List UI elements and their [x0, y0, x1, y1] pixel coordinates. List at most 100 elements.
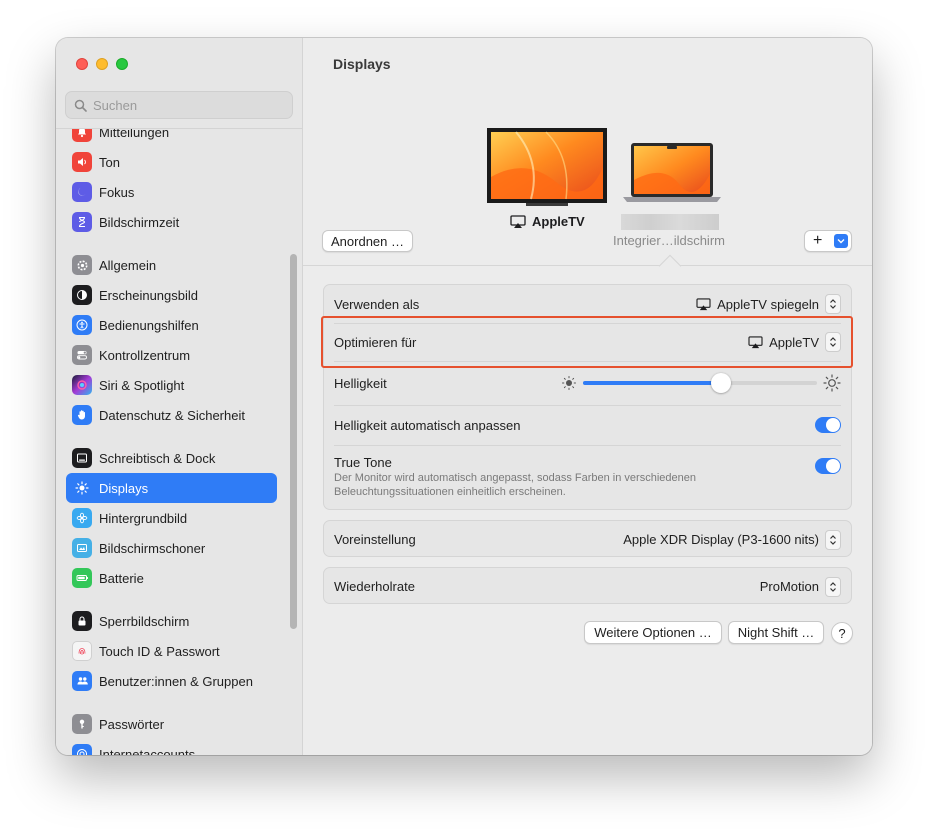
true-tone-toggle[interactable]: [815, 458, 841, 474]
sidebar-item-batterie[interactable]: Batterie: [66, 563, 277, 593]
sidebar-item-label: Fokus: [99, 184, 135, 200]
zoom-button[interactable]: [116, 58, 128, 70]
sidebar-item-schreibtisch-dock[interactable]: Schreibtisch & Dock: [66, 443, 277, 473]
sidebar-item-benutzer-gruppen[interactable]: Benutzer:innen & Gruppen: [66, 666, 277, 696]
gear-icon: [72, 255, 92, 275]
brightness-slider[interactable]: [583, 373, 817, 393]
auto-brightness-label: Helligkeit automatisch anpassen: [334, 417, 521, 433]
settings-window: Suchen Mitteilungen Ton Fokus Bildschirm…: [56, 38, 872, 755]
fingerprint-icon: [72, 641, 92, 661]
brightness-control: [561, 373, 841, 393]
true-tone-description: Der Monitor wird automatisch angepasst, …: [334, 472, 696, 498]
night-shift-button[interactable]: Night Shift …: [728, 621, 824, 644]
redacted-display-name: [621, 214, 719, 230]
sidebar-item-internetaccounts[interactable]: Internetaccounts: [66, 739, 277, 755]
hourglass-icon: [72, 212, 92, 232]
content-pane: Displays AppleTV Integrier…ildschirm Ano…: [303, 38, 872, 755]
sidebar-item-label: Datenschutz & Sicherheit: [99, 407, 245, 423]
users-icon: [72, 671, 92, 691]
arrange-button[interactable]: Anordnen …: [322, 230, 413, 252]
refresh-rate-popup[interactable]: ProMotion: [760, 576, 841, 597]
close-button[interactable]: [76, 58, 88, 70]
moon-icon: [72, 182, 92, 202]
sun-high-icon: [823, 374, 841, 392]
sidebar-item-fokus[interactable]: Fokus: [66, 177, 277, 207]
display-arrangement: AppleTV Integrier…ildschirm Anordnen … +: [303, 38, 872, 266]
auto-brightness-toggle[interactable]: [815, 417, 841, 433]
battery-icon: [72, 568, 92, 588]
sun-icon: [72, 478, 92, 498]
sidebar-item-label: Bildschirmzeit: [99, 214, 180, 230]
appearance-icon: [72, 285, 92, 305]
sidebar-item-label: Bildschirmschoner: [99, 540, 206, 556]
sidebar-item-label: Sperrbildschirm: [99, 613, 190, 629]
popup-chevrons-icon: [825, 529, 841, 550]
arrangement-divider: [303, 265, 872, 266]
sidebar-item-label: Bedienungshilfen: [99, 317, 199, 333]
toggles-icon: [72, 345, 92, 365]
sidebar-item-passwoerter[interactable]: Passwörter: [66, 709, 277, 739]
sidebar-list: Mitteilungen Ton Fokus Bildschirmzeit Al…: [56, 128, 302, 755]
row-brightness: Helligkeit: [334, 362, 841, 404]
sidebar-item-label: Touch ID & Passwort: [99, 643, 220, 659]
popup-chevrons-icon: [825, 576, 841, 597]
sidebar-item-displays[interactable]: Displays: [66, 473, 277, 503]
sidebar-item-label: Allgemein: [99, 257, 157, 273]
sidebar-item-label: Hintergrundbild: [99, 510, 188, 526]
window-controls: [76, 58, 128, 70]
slider-knob[interactable]: [711, 373, 731, 393]
sidebar-item-label: Passwörter: [99, 716, 165, 732]
sidebar-item-hintergrundbild[interactable]: Hintergrundbild: [66, 503, 277, 533]
preset-label: Voreinstellung: [334, 532, 416, 547]
highlight-box: [321, 316, 853, 368]
sidebar-item-erscheinungsbild[interactable]: Erscheinungsbild: [66, 280, 277, 310]
bell-icon: [72, 129, 92, 142]
search-field[interactable]: Suchen: [65, 91, 293, 119]
plus-icon: +: [813, 232, 823, 249]
speaker-icon: [72, 152, 92, 172]
sidebar-scrollbar[interactable]: [290, 254, 297, 629]
airplay-icon: [510, 214, 526, 228]
sidebar-item-label: Batterie: [99, 570, 144, 586]
dock-icon: [72, 448, 92, 468]
more-options-button[interactable]: Weitere Optionen …: [584, 621, 722, 644]
help-button[interactable]: ?: [831, 622, 853, 644]
sidebar: Suchen Mitteilungen Ton Fokus Bildschirm…: [56, 38, 303, 755]
refresh-rate-card: Wiederholrate ProMotion: [323, 567, 852, 604]
sidebar-item-label: Displays: [99, 480, 149, 496]
true-tone-label: True Tone: [334, 455, 392, 470]
sidebar-item-datenschutz[interactable]: Datenschutz & Sicherheit: [66, 400, 277, 430]
sidebar-item-label: Kontrollzentrum: [99, 347, 191, 363]
sidebar-item-bildschirmschoner[interactable]: Bildschirmschoner: [66, 533, 277, 563]
row-preset: Voreinstellung Apple XDR Display (P3-160…: [334, 521, 841, 558]
flower-icon: [72, 508, 92, 528]
sun-low-icon: [562, 376, 576, 390]
hand-icon: [72, 405, 92, 425]
sidebar-item-mitteilungen[interactable]: Mitteilungen: [66, 128, 277, 147]
use-as-label: Verwenden als: [334, 296, 420, 312]
sidebar-item-bildschirmzeit[interactable]: Bildschirmzeit: [66, 207, 277, 237]
sidebar-item-siri-spotlight[interactable]: Siri & Spotlight: [66, 370, 277, 400]
siri-icon: [72, 375, 92, 395]
sidebar-item-label: Siri & Spotlight: [99, 377, 185, 393]
preset-popup[interactable]: Apple XDR Display (P3-1600 nits): [623, 529, 841, 550]
appletv-display-thumbnail[interactable]: [486, 127, 608, 207]
sidebar-item-touch-id[interactable]: Touch ID & Passwort: [66, 636, 277, 666]
minimize-button[interactable]: [96, 58, 108, 70]
sidebar-item-label: Mitteilungen: [99, 128, 170, 140]
sidebar-item-allgemein[interactable]: Allgemein: [66, 250, 277, 280]
sidebar-item-bedienungshilfen[interactable]: Bedienungshilfen: [66, 310, 277, 340]
row-true-tone: True Tone Der Monitor wird automatisch a…: [334, 446, 841, 508]
sidebar-item-sperrbildschirm[interactable]: Sperrbildschirm: [66, 606, 277, 636]
search-placeholder: Suchen: [93, 97, 138, 113]
refresh-rate-label: Wiederholrate: [334, 579, 415, 594]
row-auto-brightness: Helligkeit automatisch anpassen: [334, 406, 841, 444]
add-display-button[interactable]: +: [804, 230, 852, 252]
sidebar-item-kontrollzentrum[interactable]: Kontrollzentrum: [66, 340, 277, 370]
integrated-display-label: Integrier…ildschirm: [613, 233, 725, 248]
sidebar-item-label: Schreibtisch & Dock: [99, 450, 216, 466]
builtin-display-thumbnail[interactable]: [619, 142, 725, 206]
sidebar-item-ton[interactable]: Ton: [66, 147, 277, 177]
use-as-popup[interactable]: AppleTV spiegeln: [696, 294, 841, 314]
accessibility-icon: [72, 315, 92, 335]
